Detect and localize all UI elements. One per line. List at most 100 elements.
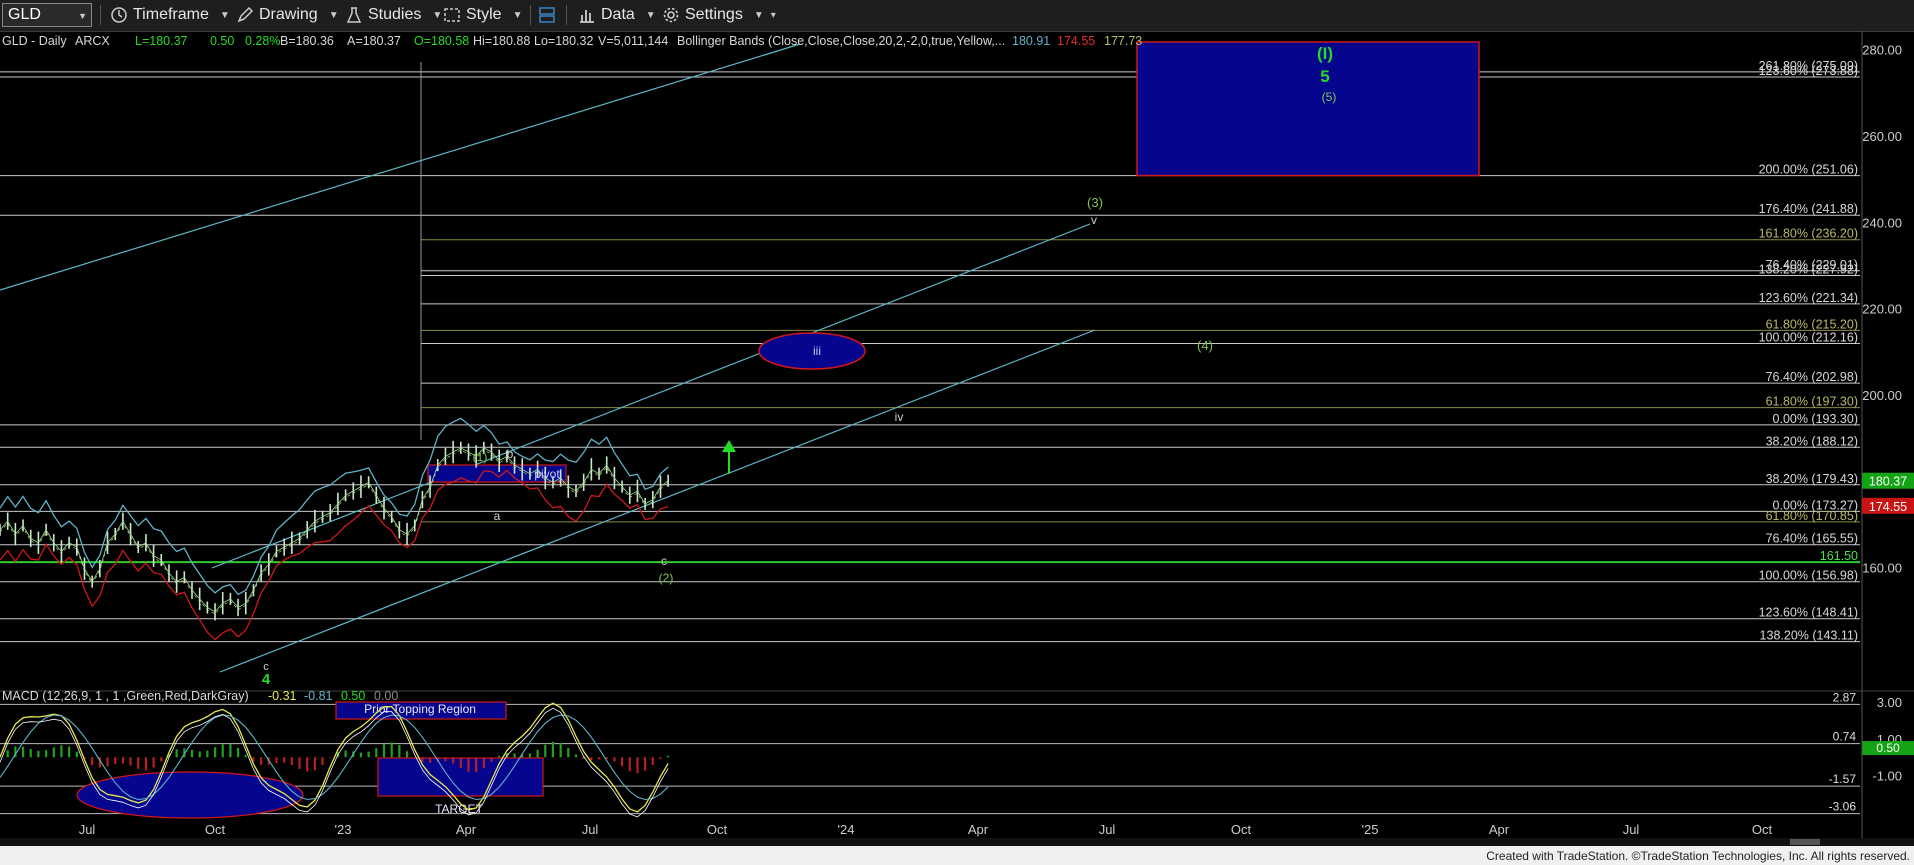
- clock-icon: [111, 7, 127, 23]
- chevron-down-icon: ▾: [770, 9, 776, 21]
- fib-label: 123.60% (273.88): [1759, 64, 1858, 78]
- wave-label: (5): [1322, 90, 1337, 104]
- fib-label: 76.40% (165.55): [1766, 532, 1858, 546]
- x-tick-label: '25: [1362, 822, 1379, 837]
- layout-icon: [539, 7, 555, 23]
- toolbar-separator: [566, 5, 567, 25]
- chevron-down-icon: ▼: [645, 9, 656, 21]
- macd-level-label: 0.74: [1833, 730, 1857, 744]
- header-field: ARCX: [75, 34, 110, 48]
- y-tick-label: 220.00: [1862, 302, 1902, 317]
- wave-label: a: [494, 509, 501, 523]
- wave-label: iv: [895, 410, 904, 424]
- chevron-down-icon: ▼: [219, 9, 230, 21]
- layout-button[interactable]: [538, 4, 556, 26]
- y-tick-label: 260.00: [1862, 129, 1902, 144]
- bollinger-bands: [0, 417, 669, 641]
- fib-label: 61.80% (170.85): [1766, 509, 1858, 523]
- macd-header-field: -0.81: [304, 689, 333, 703]
- chevron-down-icon: ▼: [328, 9, 339, 21]
- price-chart[interactable]: 261.80% (275.09)123.60% (273.88)200.00% …: [0, 31, 1914, 838]
- settings-button[interactable]: Settings ▼ ▾: [662, 4, 776, 26]
- wave-label: (1): [473, 450, 488, 464]
- fib-label: 76.40% (202.98): [1766, 370, 1858, 384]
- price-tag-label: 174.55: [1869, 500, 1907, 514]
- wave-label: (2): [659, 571, 674, 585]
- lower-channel-line: [219, 329, 1096, 673]
- axes: 160.00180.00200.00220.00240.00260.00280.…: [0, 31, 1914, 838]
- upper-channel-line: [0, 43, 801, 291]
- fib-label: 161.80% (236.20): [1759, 227, 1858, 241]
- fib-label: 138.20% (227.92): [1759, 262, 1858, 276]
- x-tick-label: Apr: [1489, 822, 1510, 837]
- time-scrollbar[interactable]: [0, 838, 1914, 846]
- macd-y-tick-label: -1.00: [1872, 769, 1902, 784]
- fib-label: 176.40% (241.88): [1759, 202, 1858, 216]
- chevron-down-icon: ▼: [512, 9, 523, 21]
- fib-label: 38.20% (179.43): [1766, 472, 1858, 486]
- header-field: L=180.37: [135, 34, 188, 48]
- wave-label: b: [507, 447, 514, 461]
- header-field: 0.50: [210, 34, 234, 48]
- wave-label: (3): [1087, 195, 1103, 210]
- x-tick-label: Oct: [1231, 822, 1252, 837]
- fib-label: 161.50: [1820, 549, 1858, 563]
- wave-label: c: [661, 554, 667, 568]
- macd-level-label: -3.06: [1829, 800, 1857, 814]
- bar-chart-icon: [580, 10, 594, 23]
- header-field: 180.91: [1012, 34, 1050, 48]
- style-button[interactable]: Style ▼: [443, 4, 522, 26]
- fib-label: 100.00% (156.98): [1759, 569, 1858, 583]
- header-field: GLD - Daily: [2, 34, 67, 48]
- x-tick-label: '24: [838, 822, 855, 837]
- wave-label: iii: [813, 344, 821, 358]
- drawing-button[interactable]: Drawing ▼: [236, 4, 339, 26]
- wave-label: 5: [1320, 67, 1329, 86]
- fib-label: 0.00% (193.30): [1773, 412, 1858, 426]
- macd-header-field: -0.31: [268, 689, 297, 703]
- price-tag-label: 180.37: [1869, 475, 1907, 489]
- macd-panel: 3.001.00-1.002.870.740.50-1.57-3.06Prior…: [0, 690, 1914, 819]
- scroll-thumb[interactable]: [1790, 839, 1820, 845]
- macd-level-label: 2.87: [1833, 690, 1857, 704]
- header-field: V=5,011,144: [598, 34, 668, 48]
- fib-label: 38.20% (188.12): [1766, 434, 1858, 448]
- header-field: Bollinger Bands (Close,Close,Close,20,2,…: [677, 34, 1005, 48]
- data-label: Data: [601, 6, 635, 23]
- chevron-down-icon: ▼: [432, 9, 443, 21]
- fib-label: 200.00% (251.06): [1759, 163, 1858, 177]
- symbol-input[interactable]: GLD ▼: [2, 3, 92, 27]
- x-tick-label: Apr: [968, 822, 989, 837]
- data-button[interactable]: Data ▼: [578, 4, 656, 26]
- x-tick-label: Jul: [79, 822, 96, 837]
- timeframe-button[interactable]: Timeframe ▼: [110, 4, 230, 26]
- macd-annotation: TARGET: [435, 802, 483, 816]
- header-field: Lo=180.32: [534, 34, 593, 48]
- x-tick-label: Jul: [1099, 822, 1116, 837]
- price-line: [0, 447, 669, 613]
- bollinger-mid: [0, 449, 669, 615]
- x-tick-label: Oct: [205, 822, 226, 837]
- studies-button[interactable]: Studies ▼: [345, 4, 442, 26]
- header-field: B=180.36: [280, 34, 334, 48]
- wave-iii-ellipse: [758, 332, 866, 370]
- wave-label: (4): [1197, 338, 1213, 353]
- x-tick-label: Apr: [456, 822, 477, 837]
- drawing-label: Drawing: [259, 6, 318, 23]
- macd-y-tick-label: 3.00: [1877, 695, 1902, 710]
- fib-label: 61.80% (197.30): [1766, 395, 1858, 409]
- header-field: 174.55: [1057, 34, 1095, 48]
- header-field: O=180.58: [414, 34, 469, 48]
- toolbar-separator: [530, 5, 531, 25]
- y-tick-label: 200.00: [1862, 388, 1902, 403]
- macd-header-field: 0.50: [341, 689, 365, 703]
- chart-header: GLD - Daily ARCX L=180.37 0.50 0.28% B=180.36…: [2, 34, 1142, 703]
- chevron-down-icon[interactable]: ▼: [78, 11, 87, 21]
- timeframe-label: Timeframe: [133, 6, 209, 23]
- studies-label: Studies: [368, 6, 422, 23]
- macd-header-field: MACD (12,26,9, 1 , 1 ,Green,Red,DarkGray…: [2, 689, 249, 703]
- chevron-down-icon: ▼: [753, 9, 764, 21]
- fib-label: 123.60% (221.34): [1759, 291, 1858, 305]
- x-tick-label: Jul: [582, 822, 599, 837]
- wave-5-target-box: [1136, 41, 1480, 177]
